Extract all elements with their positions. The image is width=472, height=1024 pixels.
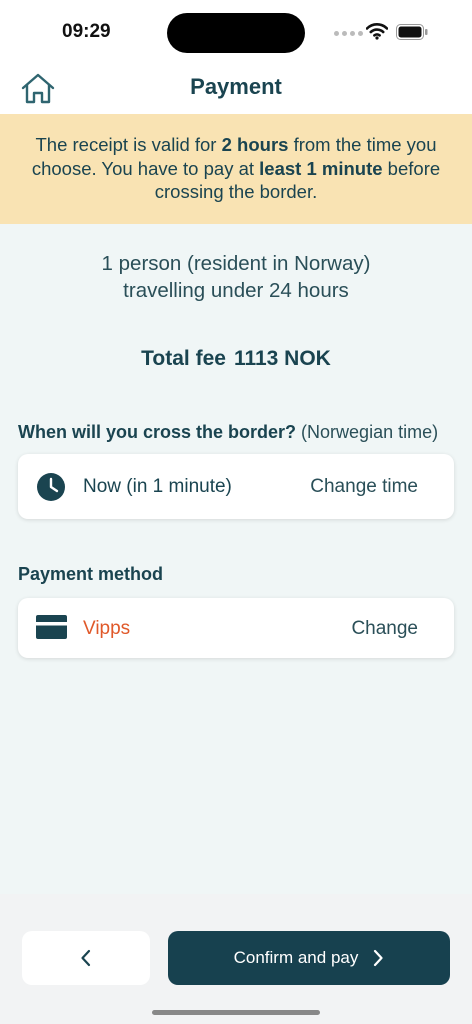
credit-card-icon (36, 615, 67, 639)
chevron-left-icon (81, 949, 91, 967)
crossing-time-label: When will you cross the border? (Norwegi… (18, 422, 438, 443)
chevron-right-icon (374, 949, 383, 967)
travel-summary: 1 person (resident in Norway) travelling… (0, 250, 472, 304)
change-time-button[interactable]: Change time (310, 476, 418, 498)
total-fee-amount: 1113 NOK (233, 347, 331, 370)
page-title: Payment (190, 74, 282, 99)
payment-method-value: Vipps (83, 618, 131, 639)
change-payment-button[interactable]: Change (351, 618, 418, 640)
notice-text-1: The receipt is valid for (35, 134, 222, 155)
signal-icon (334, 31, 363, 36)
total-fee: Total fee 1113 NOK (0, 347, 472, 371)
crossing-time-value: Now (in 1 minute) (83, 476, 232, 497)
summary-line-2: travelling under 24 hours (123, 279, 349, 302)
crossing-note: (Norwegian time) (296, 422, 439, 442)
payment-method-card[interactable]: Vipps Change (18, 598, 454, 658)
clock-icon (37, 473, 65, 501)
validity-notice: The receipt is valid for 2 hours from th… (0, 114, 472, 224)
confirm-label: Confirm and pay (233, 948, 359, 967)
payment-method-label: Payment method (18, 564, 163, 585)
status-bar: 09:29 (0, 0, 472, 62)
summary-line-1: 1 person (resident in Norway) (101, 252, 371, 275)
wifi-icon (366, 23, 388, 40)
crossing-question: When will you cross the border? (18, 422, 297, 442)
header: Payment (0, 62, 472, 114)
dynamic-island (167, 13, 305, 53)
bottom-action-bar: Confirm and pay (0, 894, 472, 1024)
notice-bold-1: 2 hours (221, 134, 289, 155)
confirm-and-pay-button[interactable]: Confirm and pay (168, 931, 450, 985)
payment-method-heading: Payment method (18, 564, 164, 584)
total-fee-label: Total fee (141, 347, 226, 370)
status-time: 09:29 (62, 21, 111, 42)
notice-bold-2: least 1 minute (259, 157, 383, 179)
home-indicator (152, 1010, 320, 1015)
crossing-time-card[interactable]: Now (in 1 minute) Change time (18, 454, 454, 519)
back-button[interactable] (22, 931, 150, 985)
battery-icon (396, 24, 428, 40)
